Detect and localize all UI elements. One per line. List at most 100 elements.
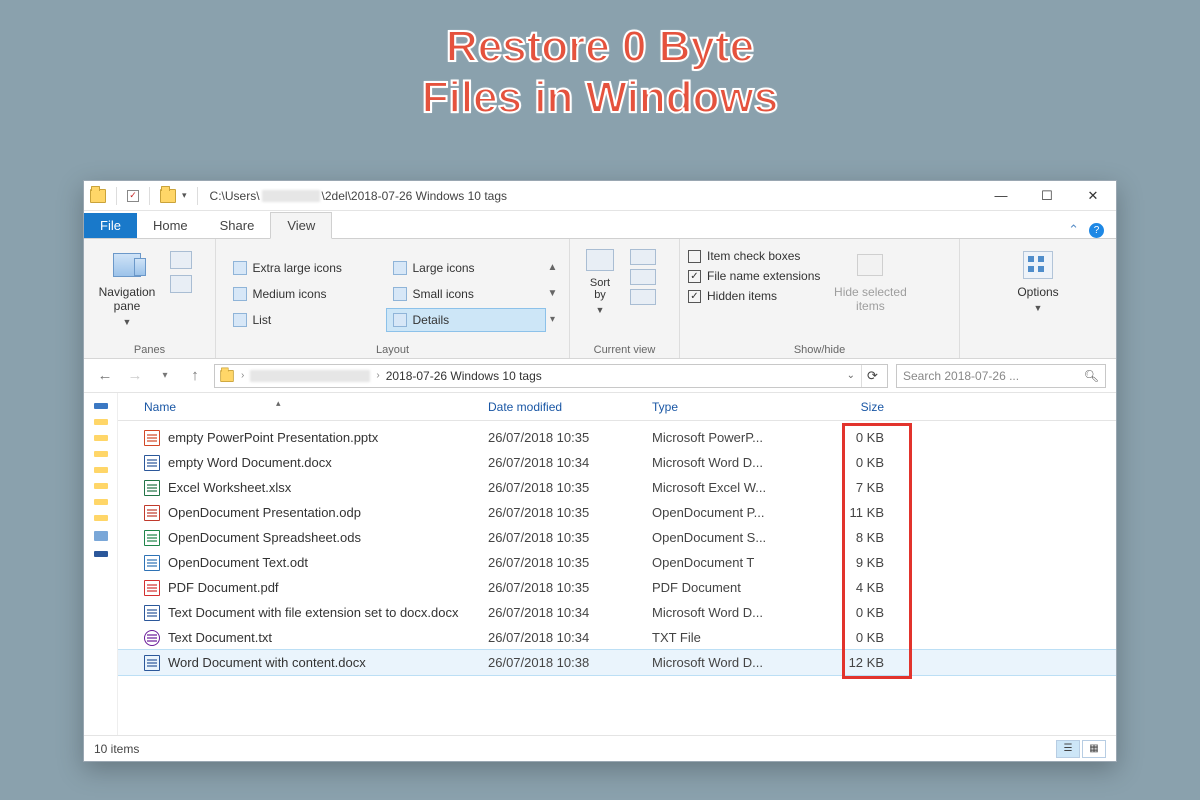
- table-row[interactable]: Word Document with content.docx26/07/201…: [118, 650, 1116, 675]
- size-columns-icon[interactable]: [630, 289, 656, 305]
- file-date: 26/07/2018 10:34: [480, 455, 644, 470]
- layout-large[interactable]: Large icons: [386, 256, 546, 280]
- file-type: Microsoft Word D...: [644, 605, 812, 620]
- view-details-toggle[interactable]: ☰: [1056, 740, 1080, 758]
- file-size: 4 KB: [812, 580, 892, 595]
- file-list[interactable]: empty PowerPoint Presentation.pptx26/07/…: [118, 421, 1116, 735]
- gallery-down-icon[interactable]: ▼: [546, 282, 560, 306]
- file-name: OpenDocument Text.odt: [168, 555, 308, 570]
- file-type-icon: [144, 530, 160, 546]
- layout-details[interactable]: Details: [386, 308, 546, 332]
- tab-share[interactable]: Share: [204, 213, 271, 238]
- col-date[interactable]: Date modified: [480, 400, 644, 414]
- nav-recent-button[interactable]: ▾: [154, 365, 176, 387]
- explorer-window: ✓ ▾ C:\Users\\2del\2018-07-26 Windows 10…: [83, 180, 1117, 762]
- file-type: PDF Document: [644, 580, 812, 595]
- group-panes-label: Panes: [92, 342, 207, 356]
- titlebar[interactable]: ✓ ▾ C:\Users\\2del\2018-07-26 Windows 10…: [84, 181, 1116, 211]
- file-type-icon: [144, 555, 160, 571]
- hide-selected-button: Hide selected items: [828, 245, 912, 331]
- group-show-hide-label: Show/hide: [688, 342, 951, 356]
- preview-pane-icon[interactable]: [170, 251, 192, 269]
- tab-file[interactable]: File: [84, 213, 137, 238]
- layout-list[interactable]: List: [226, 308, 386, 332]
- col-name[interactable]: Name▴: [136, 400, 480, 414]
- breadcrumb[interactable]: › › 2018-07-26 Windows 10 tags ⌄ ⟳: [214, 364, 888, 388]
- layout-small[interactable]: Small icons: [386, 282, 546, 306]
- options-button[interactable]: Options ▼: [1006, 245, 1070, 331]
- details-pane-icon[interactable]: [170, 275, 192, 293]
- nav-forward-button: →: [124, 365, 146, 387]
- layout-gallery[interactable]: Extra large icons Large icons ▲ Medium i…: [226, 256, 560, 332]
- sort-asc-icon: ▴: [276, 398, 281, 409]
- table-row[interactable]: empty PowerPoint Presentation.pptx26/07/…: [118, 425, 1116, 450]
- file-type: Microsoft PowerP...: [644, 430, 812, 445]
- nav-up-button[interactable]: ↑: [184, 365, 206, 387]
- search-input[interactable]: Search 2018-07-26 ... 🔍︎: [896, 364, 1106, 388]
- file-date: 26/07/2018 10:34: [480, 605, 644, 620]
- col-size[interactable]: Size: [812, 400, 892, 414]
- table-row[interactable]: OpenDocument Text.odt26/07/2018 10:35Ope…: [118, 550, 1116, 575]
- folder-icon: [90, 189, 106, 203]
- file-type-icon: [144, 480, 160, 496]
- col-type[interactable]: Type: [644, 400, 812, 414]
- file-size: 8 KB: [812, 530, 892, 545]
- table-row[interactable]: PDF Document.pdf 26/07/2018 10:35PDF Docu…: [118, 575, 1116, 600]
- sort-icon: [586, 249, 614, 271]
- sort-by-button[interactable]: Sort by ▼: [578, 245, 622, 331]
- file-size: 9 KB: [812, 555, 892, 570]
- file-date: 26/07/2018 10:35: [480, 505, 644, 520]
- view-large-toggle[interactable]: ▦: [1082, 740, 1106, 758]
- status-bar: 10 items ☰ ▦: [84, 735, 1116, 761]
- nav-tree[interactable]: [84, 393, 118, 735]
- file-type-icon: [144, 430, 160, 446]
- qat-properties-icon[interactable]: ✓: [127, 190, 139, 202]
- table-row[interactable]: OpenDocument Spreadsheet.ods 26/07/2018 1…: [118, 525, 1116, 550]
- navigation-pane-button[interactable]: Navigation pane ▼: [92, 245, 162, 331]
- file-date: 26/07/2018 10:35: [480, 530, 644, 545]
- file-type: OpenDocument S...: [644, 530, 812, 545]
- table-row[interactable]: empty Word Document.docx26/07/2018 10:34…: [118, 450, 1116, 475]
- file-name: OpenDocument Spreadsheet.ods: [168, 530, 361, 545]
- nav-back-button[interactable]: ←: [94, 365, 116, 387]
- file-date: 26/07/2018 10:35: [480, 480, 644, 495]
- add-columns-icon[interactable]: [630, 269, 656, 285]
- table-row[interactable]: Text Document.txt26/07/2018 10:34TXT Fil…: [118, 625, 1116, 650]
- tab-view[interactable]: View: [270, 212, 332, 239]
- close-button[interactable]: ✕: [1070, 181, 1116, 211]
- breadcrumb-dropdown-icon[interactable]: ⌄: [847, 370, 855, 381]
- file-type: Microsoft Word D...: [644, 655, 812, 670]
- layout-medium[interactable]: Medium icons: [226, 282, 386, 306]
- navigation-pane-icon: [113, 253, 141, 277]
- minimize-button[interactable]: —: [978, 181, 1024, 211]
- help-icon[interactable]: ?: [1089, 223, 1104, 238]
- maximize-button[interactable]: ☐: [1024, 181, 1070, 211]
- file-type: Microsoft Excel W...: [644, 480, 812, 495]
- file-size: 7 KB: [812, 480, 892, 495]
- file-size: 11 KB: [812, 505, 892, 520]
- file-name: PDF Document.pdf: [168, 580, 279, 595]
- check-item-checkboxes[interactable]: Item check boxes: [688, 249, 820, 263]
- check-file-extensions[interactable]: ✓File name extensions: [688, 269, 820, 283]
- file-type: OpenDocument T: [644, 555, 812, 570]
- group-layout-label: Layout: [224, 342, 561, 356]
- check-hidden-items[interactable]: ✓Hidden items: [688, 289, 820, 303]
- group-current-view-label: Current view: [578, 342, 671, 356]
- ribbon-tabs: File Home Share View ⌃ ?: [84, 211, 1116, 239]
- hero-title: Restore 0 Byte Files in Windows: [0, 0, 1200, 123]
- column-headers[interactable]: Name▴ Date modified Type Size: [118, 393, 1116, 421]
- table-row[interactable]: Excel Worksheet.xlsx26/07/2018 10:35Micr…: [118, 475, 1116, 500]
- refresh-button[interactable]: ⟳: [861, 365, 883, 387]
- table-row[interactable]: OpenDocument Presentation.odp26/07/2018 …: [118, 500, 1116, 525]
- ribbon-collapse-icon[interactable]: ⌃: [1068, 222, 1079, 238]
- file-date: 26/07/2018 10:35: [480, 580, 644, 595]
- group-by-icon[interactable]: [630, 249, 656, 265]
- layout-extra-large[interactable]: Extra large icons: [226, 256, 386, 280]
- gallery-more-icon[interactable]: ▾: [546, 308, 560, 332]
- tab-home[interactable]: Home: [137, 213, 204, 238]
- table-row[interactable]: Text Document with file extension set to…: [118, 600, 1116, 625]
- breadcrumb-current[interactable]: 2018-07-26 Windows 10 tags: [386, 369, 542, 383]
- file-type: Microsoft Word D...: [644, 455, 812, 470]
- file-date: 26/07/2018 10:34: [480, 630, 644, 645]
- gallery-up-icon[interactable]: ▲: [546, 256, 560, 280]
